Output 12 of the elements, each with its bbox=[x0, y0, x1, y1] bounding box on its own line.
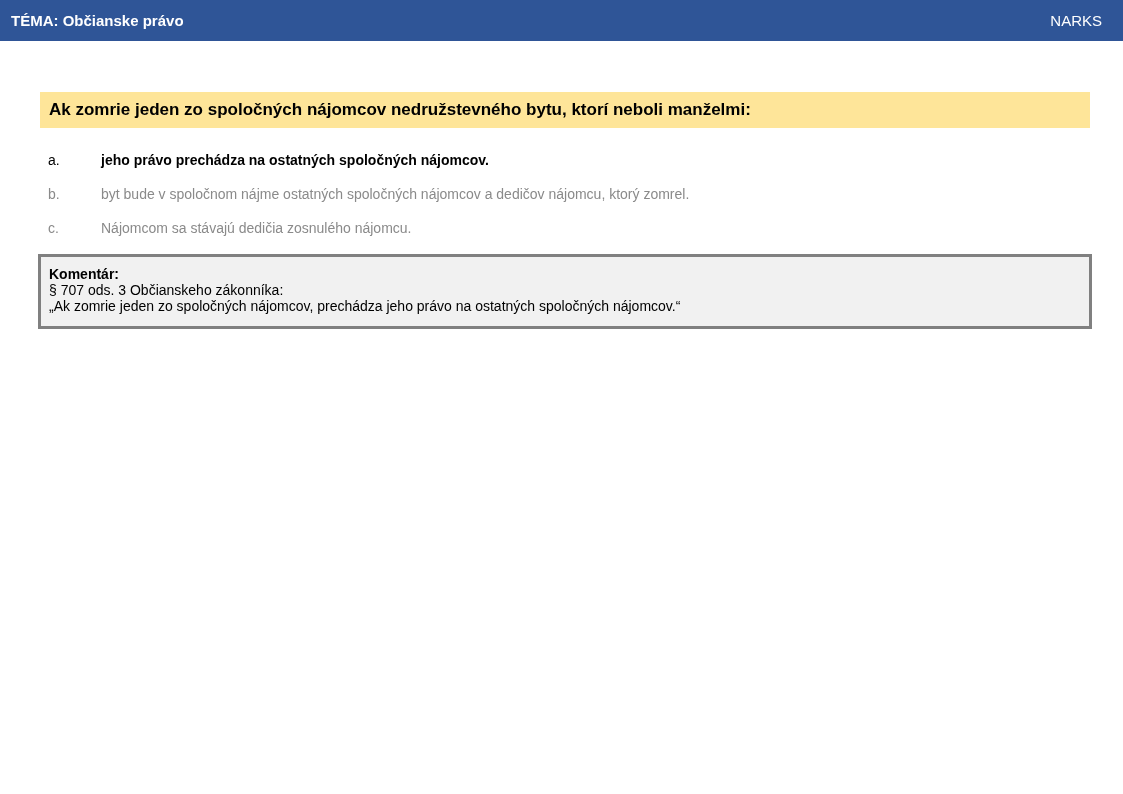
answer-text: Nájomcom sa stávajú dedičia zosnulého nájomcu. bbox=[101, 220, 412, 238]
answer-letter: a. bbox=[48, 152, 61, 170]
topic-title: TÉMA: Občianske právo bbox=[11, 12, 184, 29]
question-banner: Ak zomrie jeden zo spoločných nájomcov nedružstevného bytu, ktorí neboli manželmi: bbox=[40, 92, 1090, 128]
comment-line: „Ak zomrie jeden zo spoločných nájomcov, prechádza jeho právo na ostatných spoločných nájomcov.“ bbox=[49, 298, 682, 314]
answer-text: jeho právo prechádza na ostatných spoločných nájomcov. bbox=[101, 152, 489, 170]
comment-line: § 707 ods. 3 Občianskeho zákonníka: bbox=[49, 282, 285, 298]
answer-letter: b. bbox=[48, 186, 61, 204]
answer-text: byt bude v spoločnom nájme ostatných spoločných nájomcov a dedičov nájomcu, ktorý zomrel. bbox=[101, 186, 690, 204]
brand-label: NARKS bbox=[1050, 12, 1102, 29]
comment-title: Komentár: bbox=[49, 266, 120, 282]
answer-letter: c. bbox=[48, 220, 60, 238]
